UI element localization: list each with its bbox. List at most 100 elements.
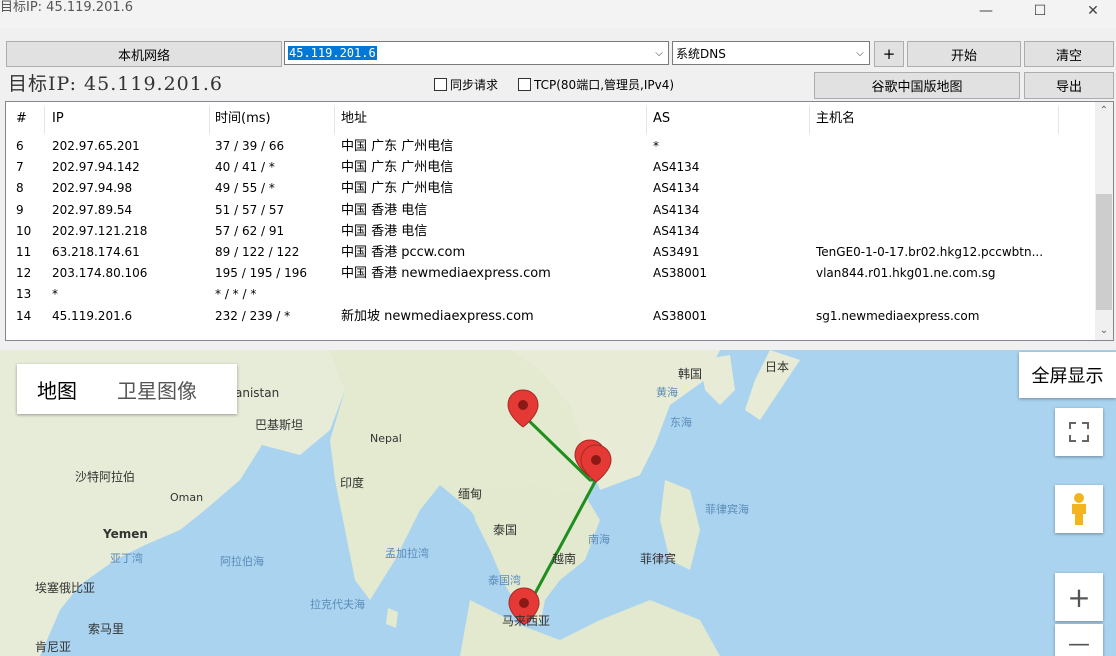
column-header-index[interactable]: # (16, 102, 27, 136)
cell-as: AS38001 (653, 308, 707, 323)
table-row[interactable]: 10 202.97.121.218 57 / 62 / 91 中国 香港 电信 AS41… (6, 221, 1096, 242)
cell-address: 中国 广东 广州电信 (341, 181, 454, 197)
table-row[interactable]: 8 202.97.94.98 49 / 55 / * 中国 广东 广州电信 AS4134 (6, 178, 1096, 199)
cell-hostname: vlan844.r01.hkg01.ne.com.sg (816, 266, 996, 281)
fullscreen-text-button[interactable]: 全屏显示 (1019, 352, 1116, 398)
pegman-icon (1072, 493, 1086, 525)
map-label-kenya: 肯尼亚 (35, 640, 72, 654)
export-button[interactable]: 导出 (1024, 72, 1114, 99)
add-button[interactable]: + (874, 41, 904, 67)
checkbox-box[interactable] (518, 78, 531, 91)
sea-label-philippine-sea: 菲律宾海 (705, 503, 749, 516)
cell-ip: 202.97.94.142 (52, 160, 140, 175)
map-label-malaysia: 马来西亚 (502, 614, 551, 628)
zoom-out-button[interactable]: — (1055, 624, 1103, 656)
vertical-scrollbar[interactable]: ⌃ ⌄ (1095, 102, 1113, 340)
column-divider (646, 106, 647, 134)
map-label-saudi-arabia: 沙特阿拉伯 (75, 470, 136, 484)
map-label-afghanistan: anistan (235, 386, 280, 400)
map-label-pakistan: 巴基斯坦 (255, 418, 304, 432)
cell-time: 89 / 122 / 122 (215, 245, 300, 259)
cell-hostname: sg1.newmediaexpress.com (816, 308, 980, 323)
table-row[interactable]: 11 63.218.174.61 89 / 122 / 122 中国 香港 pccw.… (6, 242, 1096, 263)
sync-request-checkbox[interactable]: 同步请求 (434, 76, 498, 93)
cell-index: 7 (16, 160, 24, 175)
fullscreen-toggle-button[interactable] (1055, 408, 1103, 456)
cell-index: 9 (16, 202, 24, 217)
close-button[interactable]: ✕ (1070, 0, 1116, 22)
scrollbar-thumb[interactable] (1096, 194, 1112, 310)
target-ip-label: 目标IP: 45.119.201.6 (8, 73, 223, 95)
dns-value: 系统DNS (676, 46, 726, 61)
table-row[interactable]: 6 202.97.65.201 37 / 39 / 66 中国 广东 广州电信 * (6, 136, 1096, 157)
map-label-vietnam: 越南 (552, 552, 577, 566)
map-label-yemen: Yemen (103, 527, 148, 541)
map-label-ethiopia: 埃塞俄比亚 (35, 581, 96, 595)
column-header-address[interactable]: 地址 (341, 102, 367, 136)
map-label-korea: 韩国 (678, 367, 703, 381)
cell-as: AS38001 (653, 266, 707, 281)
column-header-time[interactable]: 时间(ms) (215, 102, 271, 136)
dns-combobox[interactable]: 系统DNS ⌵ (672, 41, 870, 65)
minimize-button[interactable]: — (963, 0, 1009, 22)
window-title: 目标IP: 45.119.201.6 (0, 0, 134, 15)
clear-button[interactable]: 清空 (1024, 41, 1114, 67)
land-borneo-sumatra (460, 600, 720, 656)
cell-as: AS4134 (653, 160, 700, 175)
checkbox-box[interactable] (434, 78, 447, 91)
sync-request-label: 同步请求 (450, 78, 499, 92)
scroll-down-icon[interactable]: ⌄ (1095, 322, 1113, 340)
column-header-ip[interactable]: IP (52, 102, 64, 136)
table-row[interactable]: 14 45.119.201.6 232 / 239 / * 新加坡 newmediae… (6, 306, 1096, 327)
google-map-button[interactable]: 谷歌中国版地图 (814, 72, 1020, 99)
table-row[interactable]: 9 202.97.89.54 51 / 57 / 57 中国 香港 电信 AS4134 (6, 200, 1096, 221)
target-ip-combobox[interactable]: 45.119.201.6 ⌵ (284, 41, 669, 65)
map-tab[interactable]: 地图 (17, 375, 97, 404)
cell-as: AS4134 (653, 181, 700, 196)
map-label-india: 印度 (340, 476, 365, 490)
cell-as: AS4134 (653, 202, 700, 217)
results-table[interactable]: # IP 时间(ms) 地址 AS 主机名 6 202.97.65.201 37 /… (5, 101, 1114, 341)
sea-label-arabian-sea: 阿拉伯海 (220, 555, 264, 568)
cell-ip: 63.218.174.61 (52, 245, 140, 259)
zoom-in-button[interactable]: + (1055, 573, 1103, 621)
tcp-checkbox[interactable]: TCP(80端口,管理员,IPv4) (518, 76, 674, 93)
table-row[interactable]: 13 * * / * / * (6, 284, 1096, 305)
chevron-down-icon[interactable]: ⌵ (851, 48, 869, 59)
land-korea (700, 355, 735, 405)
cell-address: 中国 香港 电信 (341, 223, 428, 239)
table-row[interactable]: 12 203.174.80.106 195 / 195 / 196 中国 香港 new… (6, 263, 1096, 284)
cell-address: 中国 香港 电信 (341, 202, 428, 218)
sea-label-gulf-of-thailand: 泰国湾 (488, 574, 521, 587)
column-header-as[interactable]: AS (653, 102, 670, 136)
map-label-nepal: Nepal (370, 432, 402, 445)
tcp-option-label: TCP(80端口,管理员,IPv4) (534, 78, 675, 92)
target-ip-value-area: 45.119.201.6 (285, 46, 650, 60)
cell-hostname: TenGE0-1-0-17.br02.hkg12.pccwbtn... (816, 245, 1044, 259)
chevron-down-icon[interactable]: ⌵ (650, 48, 668, 59)
cell-time: * / * / * (215, 287, 257, 302)
cell-index: 10 (16, 223, 32, 238)
cell-as: AS3491 (653, 245, 700, 259)
cell-ip: 202.97.89.54 (52, 202, 133, 217)
start-button[interactable]: 开始 (907, 41, 1021, 67)
column-header-hostname[interactable]: 主机名 (816, 102, 855, 136)
traceroute-window: 目标IP: 45.119.201.6 — ☐ ✕ 本机网络 45.119.201… (0, 0, 1116, 656)
scroll-up-icon[interactable]: ⌃ (1095, 102, 1113, 120)
map-label-myanmar: 缅甸 (458, 487, 483, 501)
cell-ip: * (52, 287, 58, 302)
local-network-button[interactable]: 本机网络 (6, 41, 282, 67)
cell-as: AS4134 (653, 223, 700, 238)
satellite-tab[interactable]: 卫星图像 (97, 375, 217, 404)
target-ip-value: 45.119.201.6 (288, 46, 377, 60)
cell-index: 8 (16, 181, 24, 196)
cell-ip: 202.97.94.98 (52, 181, 133, 196)
table-row[interactable]: 7 202.97.94.142 40 / 41 / * 中国 广东 广州电信 AS413… (6, 157, 1096, 178)
route-map[interactable]: anistan 巴基斯坦 Nepal 印度 沙特阿拉伯 Oman Yemen 缅… (0, 350, 1116, 656)
street-view-button[interactable] (1055, 485, 1103, 533)
cell-address: 中国 香港 newmediaexpress.com (341, 266, 551, 282)
maximize-button[interactable]: ☐ (1017, 0, 1063, 22)
cell-address: 中国 香港 pccw.com (341, 245, 466, 260)
cell-as: * (653, 139, 659, 153)
column-divider (809, 106, 810, 134)
